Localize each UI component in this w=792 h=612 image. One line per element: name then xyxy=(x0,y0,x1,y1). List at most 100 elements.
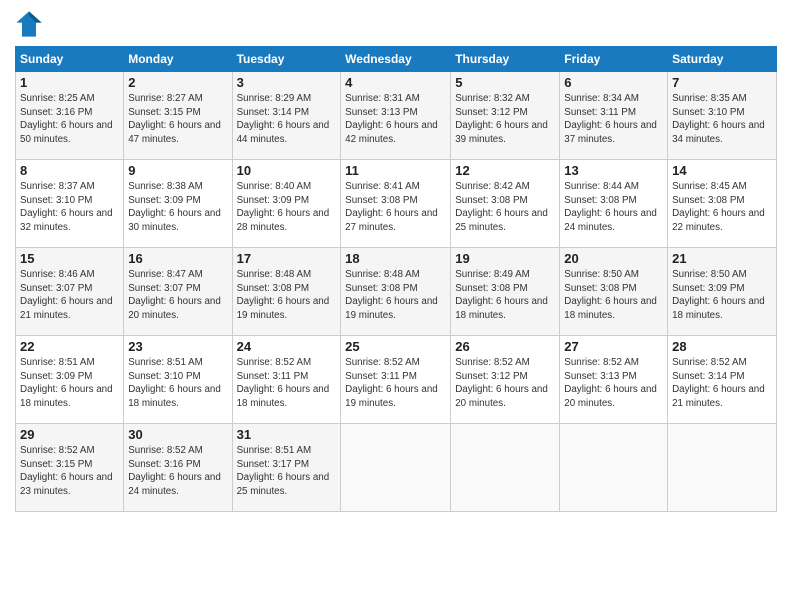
daylight-text: Daylight: 6 hours and 32 minutes. xyxy=(20,208,113,233)
day-info: Sunrise: 8:42 AM Sunset: 3:08 PM Dayligh… xyxy=(455,180,555,235)
sunset-text: Sunset: 3:08 PM xyxy=(564,283,636,294)
daylight-text: Daylight: 6 hours and 44 minutes. xyxy=(237,120,330,145)
calendar-cell: 25 Sunrise: 8:52 AM Sunset: 3:11 PM Dayl… xyxy=(341,336,451,424)
sunrise-text: Sunrise: 8:34 AM xyxy=(564,93,639,104)
day-number: 29 xyxy=(20,427,119,442)
daylight-text: Daylight: 6 hours and 50 minutes. xyxy=(20,120,113,145)
calendar-cell: 6 Sunrise: 8:34 AM Sunset: 3:11 PM Dayli… xyxy=(560,72,668,160)
sunrise-text: Sunrise: 8:49 AM xyxy=(455,269,530,280)
sunset-text: Sunset: 3:09 PM xyxy=(237,195,309,206)
calendar-cell: 26 Sunrise: 8:52 AM Sunset: 3:12 PM Dayl… xyxy=(451,336,560,424)
day-info: Sunrise: 8:47 AM Sunset: 3:07 PM Dayligh… xyxy=(128,268,227,323)
calendar-cell: 14 Sunrise: 8:45 AM Sunset: 3:08 PM Dayl… xyxy=(668,160,777,248)
sunset-text: Sunset: 3:08 PM xyxy=(345,283,417,294)
sunrise-text: Sunrise: 8:52 AM xyxy=(20,445,95,456)
sunset-text: Sunset: 3:13 PM xyxy=(564,371,636,382)
daylight-text: Daylight: 6 hours and 27 minutes. xyxy=(345,208,438,233)
day-number: 20 xyxy=(564,251,663,266)
calendar-cell: 8 Sunrise: 8:37 AM Sunset: 3:10 PM Dayli… xyxy=(16,160,124,248)
daylight-text: Daylight: 6 hours and 34 minutes. xyxy=(672,120,765,145)
calendar-week-5: 29 Sunrise: 8:52 AM Sunset: 3:15 PM Dayl… xyxy=(16,424,777,512)
daylight-text: Daylight: 6 hours and 47 minutes. xyxy=(128,120,221,145)
day-number: 25 xyxy=(345,339,446,354)
daylight-text: Daylight: 6 hours and 22 minutes. xyxy=(672,208,765,233)
sunset-text: Sunset: 3:10 PM xyxy=(20,195,92,206)
sunset-text: Sunset: 3:12 PM xyxy=(455,371,527,382)
calendar-header-friday: Friday xyxy=(560,47,668,72)
daylight-text: Daylight: 6 hours and 20 minutes. xyxy=(564,384,657,409)
day-info: Sunrise: 8:49 AM Sunset: 3:08 PM Dayligh… xyxy=(455,268,555,323)
daylight-text: Daylight: 6 hours and 28 minutes. xyxy=(237,208,330,233)
calendar-header-saturday: Saturday xyxy=(668,47,777,72)
calendar-cell: 1 Sunrise: 8:25 AM Sunset: 3:16 PM Dayli… xyxy=(16,72,124,160)
daylight-text: Daylight: 6 hours and 20 minutes. xyxy=(455,384,548,409)
daylight-text: Daylight: 6 hours and 19 minutes. xyxy=(345,296,438,321)
sunset-text: Sunset: 3:15 PM xyxy=(128,107,200,118)
sunrise-text: Sunrise: 8:51 AM xyxy=(237,445,312,456)
calendar-cell xyxy=(341,424,451,512)
calendar-week-1: 1 Sunrise: 8:25 AM Sunset: 3:16 PM Dayli… xyxy=(16,72,777,160)
day-info: Sunrise: 8:48 AM Sunset: 3:08 PM Dayligh… xyxy=(345,268,446,323)
calendar-cell: 21 Sunrise: 8:50 AM Sunset: 3:09 PM Dayl… xyxy=(668,248,777,336)
sunrise-text: Sunrise: 8:42 AM xyxy=(455,181,530,192)
day-info: Sunrise: 8:51 AM Sunset: 3:09 PM Dayligh… xyxy=(20,356,119,411)
day-info: Sunrise: 8:29 AM Sunset: 3:14 PM Dayligh… xyxy=(237,92,337,147)
sunset-text: Sunset: 3:11 PM xyxy=(345,371,417,382)
day-number: 8 xyxy=(20,163,119,178)
day-number: 4 xyxy=(345,75,446,90)
calendar-cell: 4 Sunrise: 8:31 AM Sunset: 3:13 PM Dayli… xyxy=(341,72,451,160)
calendar-header-sunday: Sunday xyxy=(16,47,124,72)
day-number: 26 xyxy=(455,339,555,354)
sunrise-text: Sunrise: 8:51 AM xyxy=(128,357,203,368)
sunrise-text: Sunrise: 8:25 AM xyxy=(20,93,95,104)
sunrise-text: Sunrise: 8:47 AM xyxy=(128,269,203,280)
sunset-text: Sunset: 3:11 PM xyxy=(564,107,636,118)
daylight-text: Daylight: 6 hours and 18 minutes. xyxy=(128,384,221,409)
day-info: Sunrise: 8:50 AM Sunset: 3:09 PM Dayligh… xyxy=(672,268,772,323)
daylight-text: Daylight: 6 hours and 24 minutes. xyxy=(128,472,221,497)
calendar-cell: 18 Sunrise: 8:48 AM Sunset: 3:08 PM Dayl… xyxy=(341,248,451,336)
daylight-text: Daylight: 6 hours and 19 minutes. xyxy=(345,384,438,409)
calendar-cell: 15 Sunrise: 8:46 AM Sunset: 3:07 PM Dayl… xyxy=(16,248,124,336)
daylight-text: Daylight: 6 hours and 21 minutes. xyxy=(672,384,765,409)
calendar-cell: 9 Sunrise: 8:38 AM Sunset: 3:09 PM Dayli… xyxy=(124,160,232,248)
sunrise-text: Sunrise: 8:38 AM xyxy=(128,181,203,192)
calendar-cell: 7 Sunrise: 8:35 AM Sunset: 3:10 PM Dayli… xyxy=(668,72,777,160)
day-info: Sunrise: 8:34 AM Sunset: 3:11 PM Dayligh… xyxy=(564,92,663,147)
calendar-cell: 22 Sunrise: 8:51 AM Sunset: 3:09 PM Dayl… xyxy=(16,336,124,424)
sunset-text: Sunset: 3:07 PM xyxy=(20,283,92,294)
day-info: Sunrise: 8:52 AM Sunset: 3:16 PM Dayligh… xyxy=(128,444,227,499)
calendar-cell: 17 Sunrise: 8:48 AM Sunset: 3:08 PM Dayl… xyxy=(232,248,341,336)
sunset-text: Sunset: 3:14 PM xyxy=(237,107,309,118)
sunset-text: Sunset: 3:16 PM xyxy=(128,459,200,470)
calendar-cell: 10 Sunrise: 8:40 AM Sunset: 3:09 PM Dayl… xyxy=(232,160,341,248)
daylight-text: Daylight: 6 hours and 21 minutes. xyxy=(20,296,113,321)
sunrise-text: Sunrise: 8:40 AM xyxy=(237,181,312,192)
sunrise-text: Sunrise: 8:50 AM xyxy=(672,269,747,280)
sunrise-text: Sunrise: 8:50 AM xyxy=(564,269,639,280)
day-info: Sunrise: 8:45 AM Sunset: 3:08 PM Dayligh… xyxy=(672,180,772,235)
calendar-cell: 5 Sunrise: 8:32 AM Sunset: 3:12 PM Dayli… xyxy=(451,72,560,160)
sunrise-text: Sunrise: 8:32 AM xyxy=(455,93,530,104)
daylight-text: Daylight: 6 hours and 25 minutes. xyxy=(455,208,548,233)
sunset-text: Sunset: 3:12 PM xyxy=(455,107,527,118)
day-info: Sunrise: 8:44 AM Sunset: 3:08 PM Dayligh… xyxy=(564,180,663,235)
calendar-cell: 20 Sunrise: 8:50 AM Sunset: 3:08 PM Dayl… xyxy=(560,248,668,336)
page: SundayMondayTuesdayWednesdayThursdayFrid… xyxy=(0,0,792,612)
sunset-text: Sunset: 3:08 PM xyxy=(455,283,527,294)
sunrise-text: Sunrise: 8:52 AM xyxy=(345,357,420,368)
calendar-cell xyxy=(451,424,560,512)
calendar-cell: 31 Sunrise: 8:51 AM Sunset: 3:17 PM Dayl… xyxy=(232,424,341,512)
sunset-text: Sunset: 3:16 PM xyxy=(20,107,92,118)
day-number: 23 xyxy=(128,339,227,354)
sunrise-text: Sunrise: 8:46 AM xyxy=(20,269,95,280)
day-info: Sunrise: 8:35 AM Sunset: 3:10 PM Dayligh… xyxy=(672,92,772,147)
day-info: Sunrise: 8:52 AM Sunset: 3:11 PM Dayligh… xyxy=(237,356,337,411)
sunrise-text: Sunrise: 8:44 AM xyxy=(564,181,639,192)
calendar-cell: 16 Sunrise: 8:47 AM Sunset: 3:07 PM Dayl… xyxy=(124,248,232,336)
sunrise-text: Sunrise: 8:45 AM xyxy=(672,181,747,192)
day-number: 28 xyxy=(672,339,772,354)
calendar-header-wednesday: Wednesday xyxy=(341,47,451,72)
day-number: 11 xyxy=(345,163,446,178)
day-number: 6 xyxy=(564,75,663,90)
